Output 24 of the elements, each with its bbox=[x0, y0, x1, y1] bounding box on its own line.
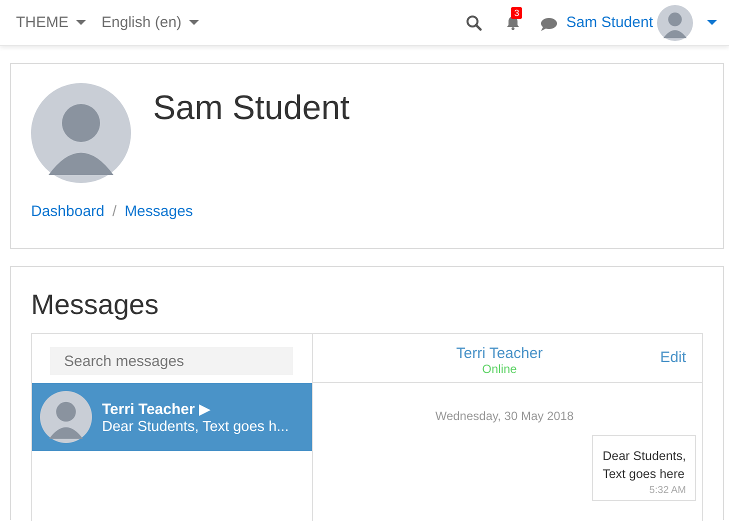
online-status: Online bbox=[481, 362, 518, 376]
search-field[interactable]: Search messages bbox=[50, 347, 293, 375]
message-preview: Dear Students, Text goes h... bbox=[102, 418, 289, 434]
dropdown-menu[interactable]: English (en) bbox=[96, 14, 205, 31]
profile-name: Sam Student bbox=[153, 89, 350, 128]
section-title: Messages bbox=[31, 289, 160, 321]
date-label: Wednesday, 30 May 2018 bbox=[434, 409, 575, 423]
search-icon[interactable] bbox=[466, 14, 482, 30]
message-time: 5:32 AM bbox=[648, 485, 686, 496]
notification-count: 3 bbox=[511, 7, 522, 19]
edit-link[interactable]: Edit bbox=[660, 349, 686, 366]
breadcrumb-link[interactable]: Messages bbox=[124, 203, 193, 220]
contact-name: Terri Teacher ▶ bbox=[102, 400, 212, 418]
contact-name-link[interactable]: Terri Teacher bbox=[456, 344, 543, 362]
chat-bubble-icon[interactable] bbox=[540, 17, 558, 32]
avatar bbox=[40, 391, 92, 443]
dropdown-menu[interactable]: THEME bbox=[10, 14, 92, 31]
contact-item[interactable]: Terri Teacher ▶ Dear Students, Text goes h... bbox=[32, 383, 312, 451]
message-text: Dear Students, Text goes here bbox=[602, 448, 686, 483]
breadcrumb-link[interactable]: Dashboard bbox=[31, 203, 104, 220]
avatar bbox=[657, 4, 693, 40]
breadcrumb-separator: / bbox=[112, 203, 117, 220]
caret-icon[interactable] bbox=[707, 20, 717, 25]
user-name-link[interactable]: Sam Student bbox=[566, 14, 653, 31]
